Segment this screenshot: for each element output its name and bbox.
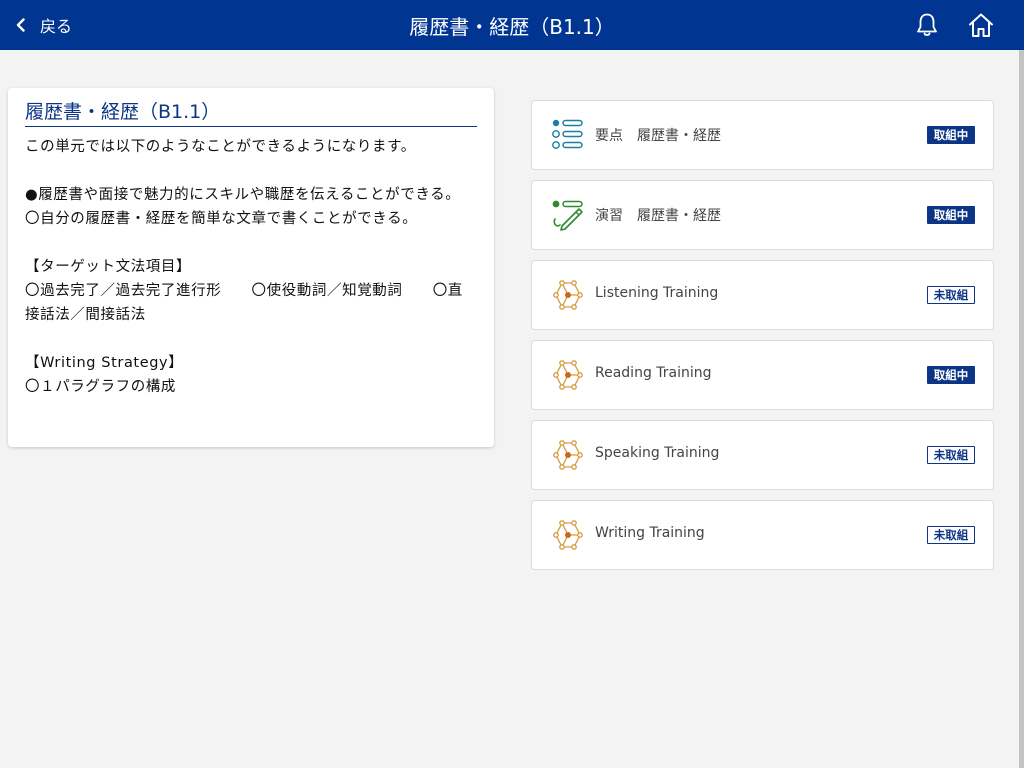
bell-icon[interactable] <box>915 12 939 38</box>
unit-description-card: 履歴書・経歴（B1.1） この単元では以下のようなことができるようになります。 … <box>8 88 494 447</box>
status-badge: 取組中 <box>927 206 975 224</box>
status-badge: 未取組 <box>927 446 975 464</box>
grammar-heading: 【ターゲット文法項目】 <box>25 259 192 275</box>
goal-item: 〇自分の履歴書・経歴を簡単な文章で書くことができる。 <box>25 211 418 227</box>
top-bar: 戻る 履歴書・経歴（B1.1） <box>0 0 1024 50</box>
unit-title: 履歴書・経歴（B1.1） <box>25 100 477 127</box>
chevron-left-icon <box>16 18 25 32</box>
molecule-icon <box>553 520 583 550</box>
activity-item-listening[interactable]: Listening Training 未取組 <box>531 260 994 330</box>
status-badge: 取組中 <box>927 126 975 144</box>
activity-label: Listening Training <box>595 285 719 301</box>
home-icon[interactable] <box>968 12 994 38</box>
status-badge: 取組中 <box>927 366 975 384</box>
molecule-icon <box>553 440 583 470</box>
activity-label: Reading Training <box>595 365 712 381</box>
page-title: 履歴書・経歴（B1.1） <box>409 15 615 39</box>
strategy-heading: 【Writing Strategy】 <box>25 355 184 371</box>
strategy-item: 〇１パラグラフの構成 <box>25 379 176 395</box>
activity-item-reading[interactable]: Reading Training 取組中 <box>531 340 994 410</box>
grammar-items: 〇過去完了／過去完了進行形 〇使役動詞／知覚動詞 〇直接話法／間接話法 <box>25 283 463 323</box>
back-label: 戻る <box>40 17 73 36</box>
activity-list: 要点 履歴書・経歴 取組中 演習 履歴書・経歴 取組中 Listening Tr… <box>531 100 994 580</box>
intro-text: この単元では以下のようなことができるようになります。 <box>25 139 416 155</box>
activity-item-summary[interactable]: 要点 履歴書・経歴 取組中 <box>531 100 994 170</box>
unit-description: この単元では以下のようなことができるようになります。 ●履歴書や面接で魅力的にス… <box>25 135 477 399</box>
goal-item: ●履歴書や面接で魅力的にスキルや職歴を伝えることができる。 <box>25 187 461 203</box>
activity-label: 演習 履歴書・経歴 <box>595 208 721 224</box>
activity-label: 要点 履歴書・経歴 <box>595 128 721 144</box>
activity-label: Writing Training <box>595 525 705 541</box>
molecule-icon <box>553 280 583 310</box>
molecule-icon <box>553 360 583 390</box>
scrollbar-thumb[interactable] <box>1019 50 1024 768</box>
activity-item-writing[interactable]: Writing Training 未取組 <box>531 500 994 570</box>
list-icon <box>552 119 583 149</box>
pen-icon <box>552 200 583 231</box>
activity-item-exercise[interactable]: 演習 履歴書・経歴 取組中 <box>531 180 994 250</box>
back-button[interactable]: 戻る <box>14 13 72 37</box>
status-badge: 未取組 <box>927 286 975 304</box>
status-badge: 未取組 <box>927 526 975 544</box>
activity-label: Speaking Training <box>595 445 720 461</box>
activity-item-speaking[interactable]: Speaking Training 未取組 <box>531 420 994 490</box>
